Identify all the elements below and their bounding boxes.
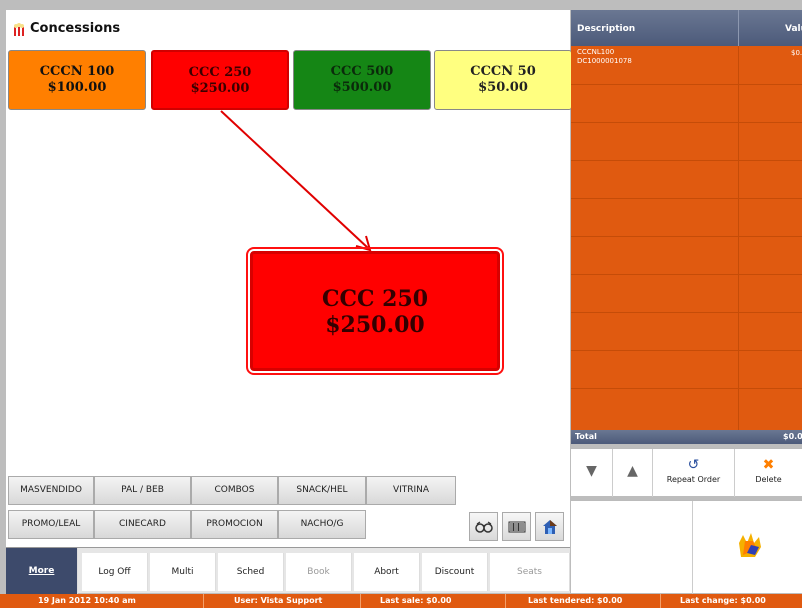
glasses-icon[interactable] — [469, 512, 498, 541]
category-nacho-g[interactable]: NACHO/G — [278, 510, 366, 539]
repeat-order-label: Repeat Order — [666, 475, 721, 484]
order-line-item: CCCNL100 — [577, 48, 615, 56]
category-pal-beb[interactable]: PAL / BEB — [94, 476, 191, 505]
book-button[interactable]: Book — [286, 553, 352, 591]
highlighted-item-callout: CCC 250 $250.00 — [246, 247, 504, 375]
status-divider — [360, 594, 361, 608]
grid-row-line — [571, 84, 802, 85]
item-name: CCC 250 — [188, 65, 252, 80]
bottom-nav: More Log Off Multi Sched Book Abort Disc… — [6, 547, 570, 594]
category-promocion[interactable]: PROMOCION — [191, 510, 278, 539]
category-vitrina[interactable]: VITRINA — [366, 476, 456, 505]
pos-window: Concessions CCCN 100 $100.00 CCC 250 $25… — [0, 0, 802, 608]
category-cinecard[interactable]: CINECARD — [94, 510, 191, 539]
more-button[interactable]: More — [6, 548, 78, 594]
grid-row-line — [571, 312, 802, 313]
house-icon[interactable] — [535, 512, 564, 541]
scroll-up-button[interactable]: ▲ — [613, 449, 653, 497]
item-price: $50.00 — [478, 80, 528, 95]
discount-button[interactable]: Discount — [422, 553, 488, 591]
grid-row-line — [571, 160, 802, 161]
item-button-cccn100[interactable]: CCCN 100 $100.00 — [8, 50, 146, 110]
repeat-icon: ↺ — [687, 457, 700, 473]
grid-row-line — [571, 122, 802, 123]
grid-row-line — [571, 198, 802, 199]
info-blank — [571, 501, 693, 594]
category-masvendido[interactable]: MASVENDIDO — [8, 476, 94, 505]
status-divider — [505, 594, 506, 608]
log-off-button[interactable]: Log Off — [82, 553, 148, 591]
column-header-description: Description — [577, 24, 636, 34]
item-name: CCCN 100 — [39, 64, 115, 79]
grid-row-line — [571, 274, 802, 275]
item-button-cccn50[interactable]: CCCN 50 $50.00 — [434, 50, 572, 110]
total-label: Total — [575, 432, 597, 441]
order-list[interactable]: CCCNL100 DC1000001078 $0.0 — [571, 46, 802, 430]
order-line-value: $0.0 — [791, 49, 802, 57]
info-area — [571, 500, 802, 594]
item-price: $500.00 — [332, 80, 392, 95]
category-combos[interactable]: COMBOS — [191, 476, 278, 505]
status-last-sale: Last sale: $0.00 — [380, 596, 452, 605]
concessions-panel: Concessions CCCN 100 $100.00 CCC 250 $25… — [6, 10, 572, 594]
item-name: CCCN 50 — [470, 64, 536, 79]
item-button-ccc250[interactable]: CCC 250 $250.00 — [151, 50, 289, 110]
callout-name: CCC 250 — [321, 286, 429, 312]
header-divider — [738, 10, 739, 46]
item-button-ccc500[interactable]: CCC 500 $500.00 — [293, 50, 431, 110]
status-date: 19 Jan 2012 10:40 am — [38, 596, 136, 605]
callout-price: $250.00 — [325, 312, 425, 338]
status-user: User: Vista Support — [234, 596, 323, 605]
multi-button[interactable]: Multi — [150, 553, 216, 591]
order-header: Description Valu — [571, 10, 802, 46]
category-snack-hel[interactable]: SNACK/HEL — [278, 476, 366, 505]
chevron-down-icon: ▼ — [586, 463, 597, 479]
total-row: Total $0.0 — [571, 430, 802, 444]
status-divider — [203, 594, 204, 608]
order-panel: Description Valu CCCNL100 DC1000001078 $… — [571, 10, 802, 594]
total-value: $0.0 — [783, 432, 802, 441]
status-divider — [660, 594, 661, 608]
grid-divider — [738, 46, 739, 430]
item-price: $100.00 — [47, 80, 107, 95]
order-line-code: DC1000001078 — [577, 57, 632, 65]
title-bar: Concessions — [6, 10, 570, 50]
grid-row-line — [571, 350, 802, 351]
delete-x-icon: ✖ — [762, 457, 775, 473]
hand-icon[interactable] — [733, 529, 767, 561]
category-promo-leal[interactable]: PROMO/LEAL — [8, 510, 94, 539]
status-bar: 19 Jan 2012 10:40 am User: Vista Support… — [0, 594, 802, 608]
barcode-icon[interactable] — [502, 512, 531, 541]
seats-button[interactable]: Seats — [490, 553, 570, 591]
column-header-value: Valu — [785, 24, 802, 34]
status-last-tendered: Last tendered: $0.00 — [528, 596, 623, 605]
grid-row-line — [571, 236, 802, 237]
repeat-order-button[interactable]: ↺ Repeat Order — [653, 449, 735, 497]
sched-button[interactable]: Sched — [218, 553, 284, 591]
scroll-down-button[interactable]: ▼ — [571, 449, 613, 497]
item-name: CCC 500 — [330, 64, 394, 79]
popcorn-icon — [14, 23, 24, 36]
order-actions: ▼ ▲ ↺ Repeat Order ✖ Delete — [571, 448, 802, 497]
abort-button[interactable]: Abort — [354, 553, 420, 591]
grid-row-line — [571, 388, 802, 389]
item-price: $250.00 — [190, 81, 250, 96]
delete-label: Delete — [755, 475, 782, 484]
window-title: Concessions — [30, 21, 121, 36]
chevron-up-icon: ▲ — [627, 463, 638, 479]
status-last-change: Last change: $0.00 — [680, 596, 766, 605]
delete-button[interactable]: ✖ Delete — [735, 449, 802, 497]
